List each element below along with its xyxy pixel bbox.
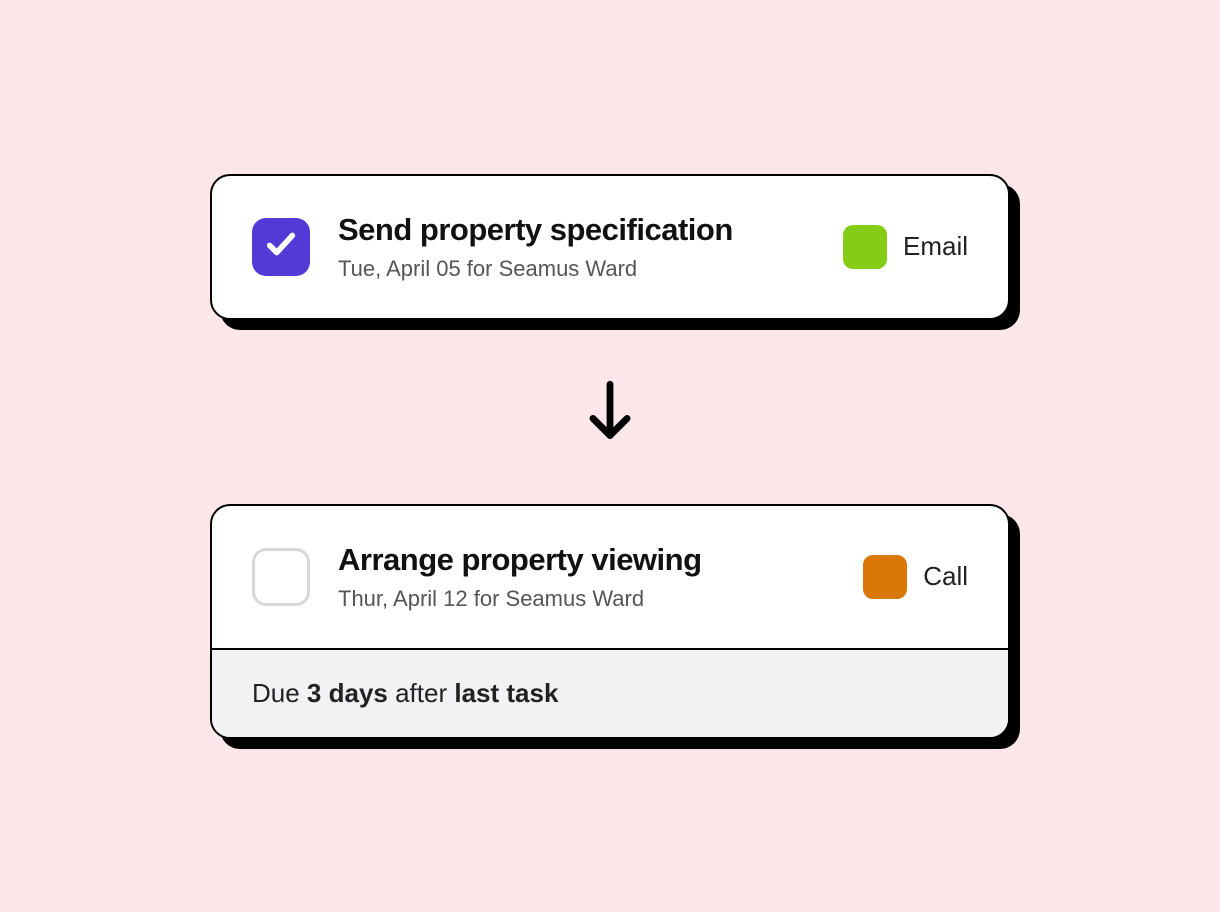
task-card-body: Arrange property viewing Thur, April 12 … <box>212 506 1008 648</box>
tag-label: Email <box>903 231 968 262</box>
due-days: 3 days <box>307 678 388 708</box>
due-ref: last task <box>454 678 558 708</box>
task-card: Arrange property viewing Thur, April 12 … <box>210 504 1010 739</box>
task-subtitle: Tue, April 05 for Seamus Ward <box>338 256 815 282</box>
tag-label: Call <box>923 561 968 592</box>
task-checkbox-checked[interactable] <box>252 218 310 276</box>
task-checkbox-unchecked[interactable] <box>252 548 310 606</box>
due-mid: after <box>388 678 454 708</box>
check-icon <box>264 227 298 266</box>
task-card: Send property specification Tue, April 0… <box>210 174 1010 320</box>
due-prefix: Due <box>252 678 307 708</box>
tag-swatch <box>843 225 887 269</box>
arrow-down-icon <box>584 380 636 444</box>
task-text: Send property specification Tue, April 0… <box>338 212 815 282</box>
task-tag: Email <box>843 225 968 269</box>
task-tag: Call <box>863 555 968 599</box>
task-due-rule: Due 3 days after last task <box>212 648 1008 737</box>
task-title: Arrange property viewing <box>338 542 835 578</box>
task-text: Arrange property viewing Thur, April 12 … <box>338 542 835 612</box>
task-card-body: Send property specification Tue, April 0… <box>212 176 1008 318</box>
task-subtitle: Thur, April 12 for Seamus Ward <box>338 586 835 612</box>
task-title: Send property specification <box>338 212 815 248</box>
tag-swatch <box>863 555 907 599</box>
